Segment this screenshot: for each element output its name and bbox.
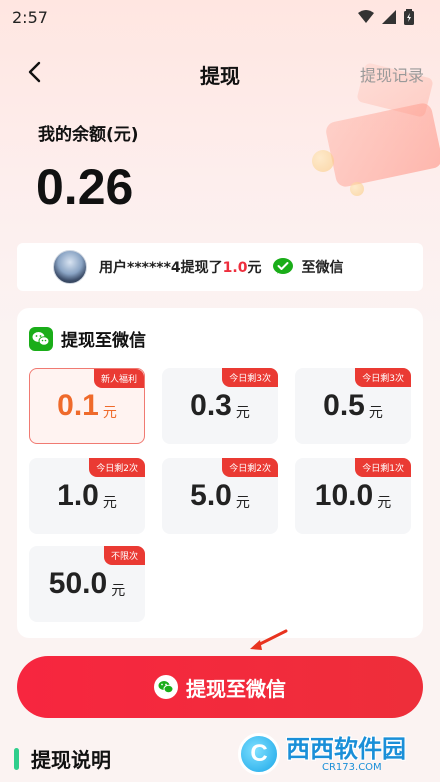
status-icons <box>358 9 414 25</box>
description-title: 提现说明 <box>31 748 111 772</box>
ticker-suffix: 元 <box>247 260 262 276</box>
status-time: 2:57 <box>12 7 48 27</box>
balance-label: 我的余额(元) <box>38 125 139 145</box>
amount-option[interactable]: 5.0 元 今日剩2次 <box>162 458 278 534</box>
signal-icon <box>382 10 396 24</box>
amount-option-unit: 元 <box>235 405 250 421</box>
wifi-icon <box>358 10 374 23</box>
watermark: C 西西软件园 CR173.COM <box>238 728 438 780</box>
amount-option[interactable]: 0.3 元 今日剩3次 <box>162 368 278 444</box>
amount-option-unit: 元 <box>111 583 126 599</box>
balance-value: 0.26 <box>36 159 134 215</box>
ticker-amount: 1.0 <box>222 260 248 276</box>
amount-option[interactable]: 10.0 元 今日剩1次 <box>295 458 411 534</box>
watermark-text: 西西软件园 CR173.COM <box>286 736 406 773</box>
withdraw-button-label: 提现至微信 <box>186 676 286 701</box>
wechat-icon <box>29 326 53 351</box>
wechat-check-icon <box>273 258 294 274</box>
ticker-text: 用户******4提现了1.0元 <box>99 257 261 277</box>
amount-option[interactable]: 0.1 元 新人福利 <box>29 368 145 444</box>
amount-option-badge: 不限次 <box>103 546 145 565</box>
status-bar: 2:57 <box>0 0 440 34</box>
amount-option-unit: 元 <box>102 405 117 421</box>
amount-option-value: 0.1 <box>57 389 99 422</box>
watermark-logo-icon: C <box>238 733 280 775</box>
amount-option-unit: 元 <box>377 495 392 511</box>
amount-option-badge: 今日剩3次 <box>355 368 411 387</box>
withdraw-history-link[interactable]: 提现记录 <box>360 62 424 86</box>
wechat-icon <box>154 675 178 699</box>
amount-option-badge: 今日剩1次 <box>355 458 411 477</box>
decor-coin <box>350 182 364 196</box>
amount-option-unit: 元 <box>102 495 117 511</box>
decor-coin <box>312 150 334 172</box>
battery-icon <box>404 9 414 25</box>
amount-option-value: 0.5 <box>323 389 365 422</box>
amount-option-value: 0.3 <box>190 389 232 422</box>
panel-title: 提现至微信 <box>61 331 146 351</box>
amount-option-unit: 元 <box>368 405 383 421</box>
watermark-name: 西西软件园 <box>286 734 406 763</box>
amount-option-value: 1.0 <box>57 479 99 512</box>
amount-option[interactable]: 1.0 元 今日剩2次 <box>29 458 145 534</box>
description-accent-bar <box>14 747 19 770</box>
amount-option-badge: 新人福利 <box>93 369 144 388</box>
withdraw-ticker: 用户******4提现了1.0元 至微信 <box>17 243 423 291</box>
ticker-prefix: 用户******4提现了 <box>99 260 223 276</box>
amount-option-badge: 今日剩3次 <box>222 368 278 387</box>
panel-header: 提现至微信 <box>29 326 146 351</box>
withdraw-button[interactable]: 提现至微信 <box>17 656 423 718</box>
amount-option-unit: 元 <box>235 495 250 511</box>
amount-option-badge: 今日剩2次 <box>89 458 145 477</box>
pointer-arrow-icon <box>250 629 288 650</box>
ticker-destination-label: 至微信 <box>301 260 344 276</box>
description-section: 提现说明 <box>14 744 111 773</box>
ticker-destination: 至微信 <box>273 257 343 277</box>
avatar <box>53 250 87 284</box>
amount-option[interactable]: 0.5 元 今日剩3次 <box>295 368 411 444</box>
amount-option-badge: 今日剩2次 <box>222 458 278 477</box>
amount-option-value: 50.0 <box>48 567 108 600</box>
amount-option[interactable]: 50.0 元 不限次 <box>29 546 145 622</box>
nav-bar: 提现 提现记录 <box>0 50 440 94</box>
watermark-url: CR173.COM <box>322 761 382 773</box>
withdraw-panel: 提现至微信 0.1 元新人福利 0.3 元今日剩3次 0.5 元今日剩3次 1.0 元今日剩2… <box>17 308 423 638</box>
amount-option-value: 5.0 <box>190 479 232 512</box>
amount-option-value: 10.0 <box>314 479 374 512</box>
